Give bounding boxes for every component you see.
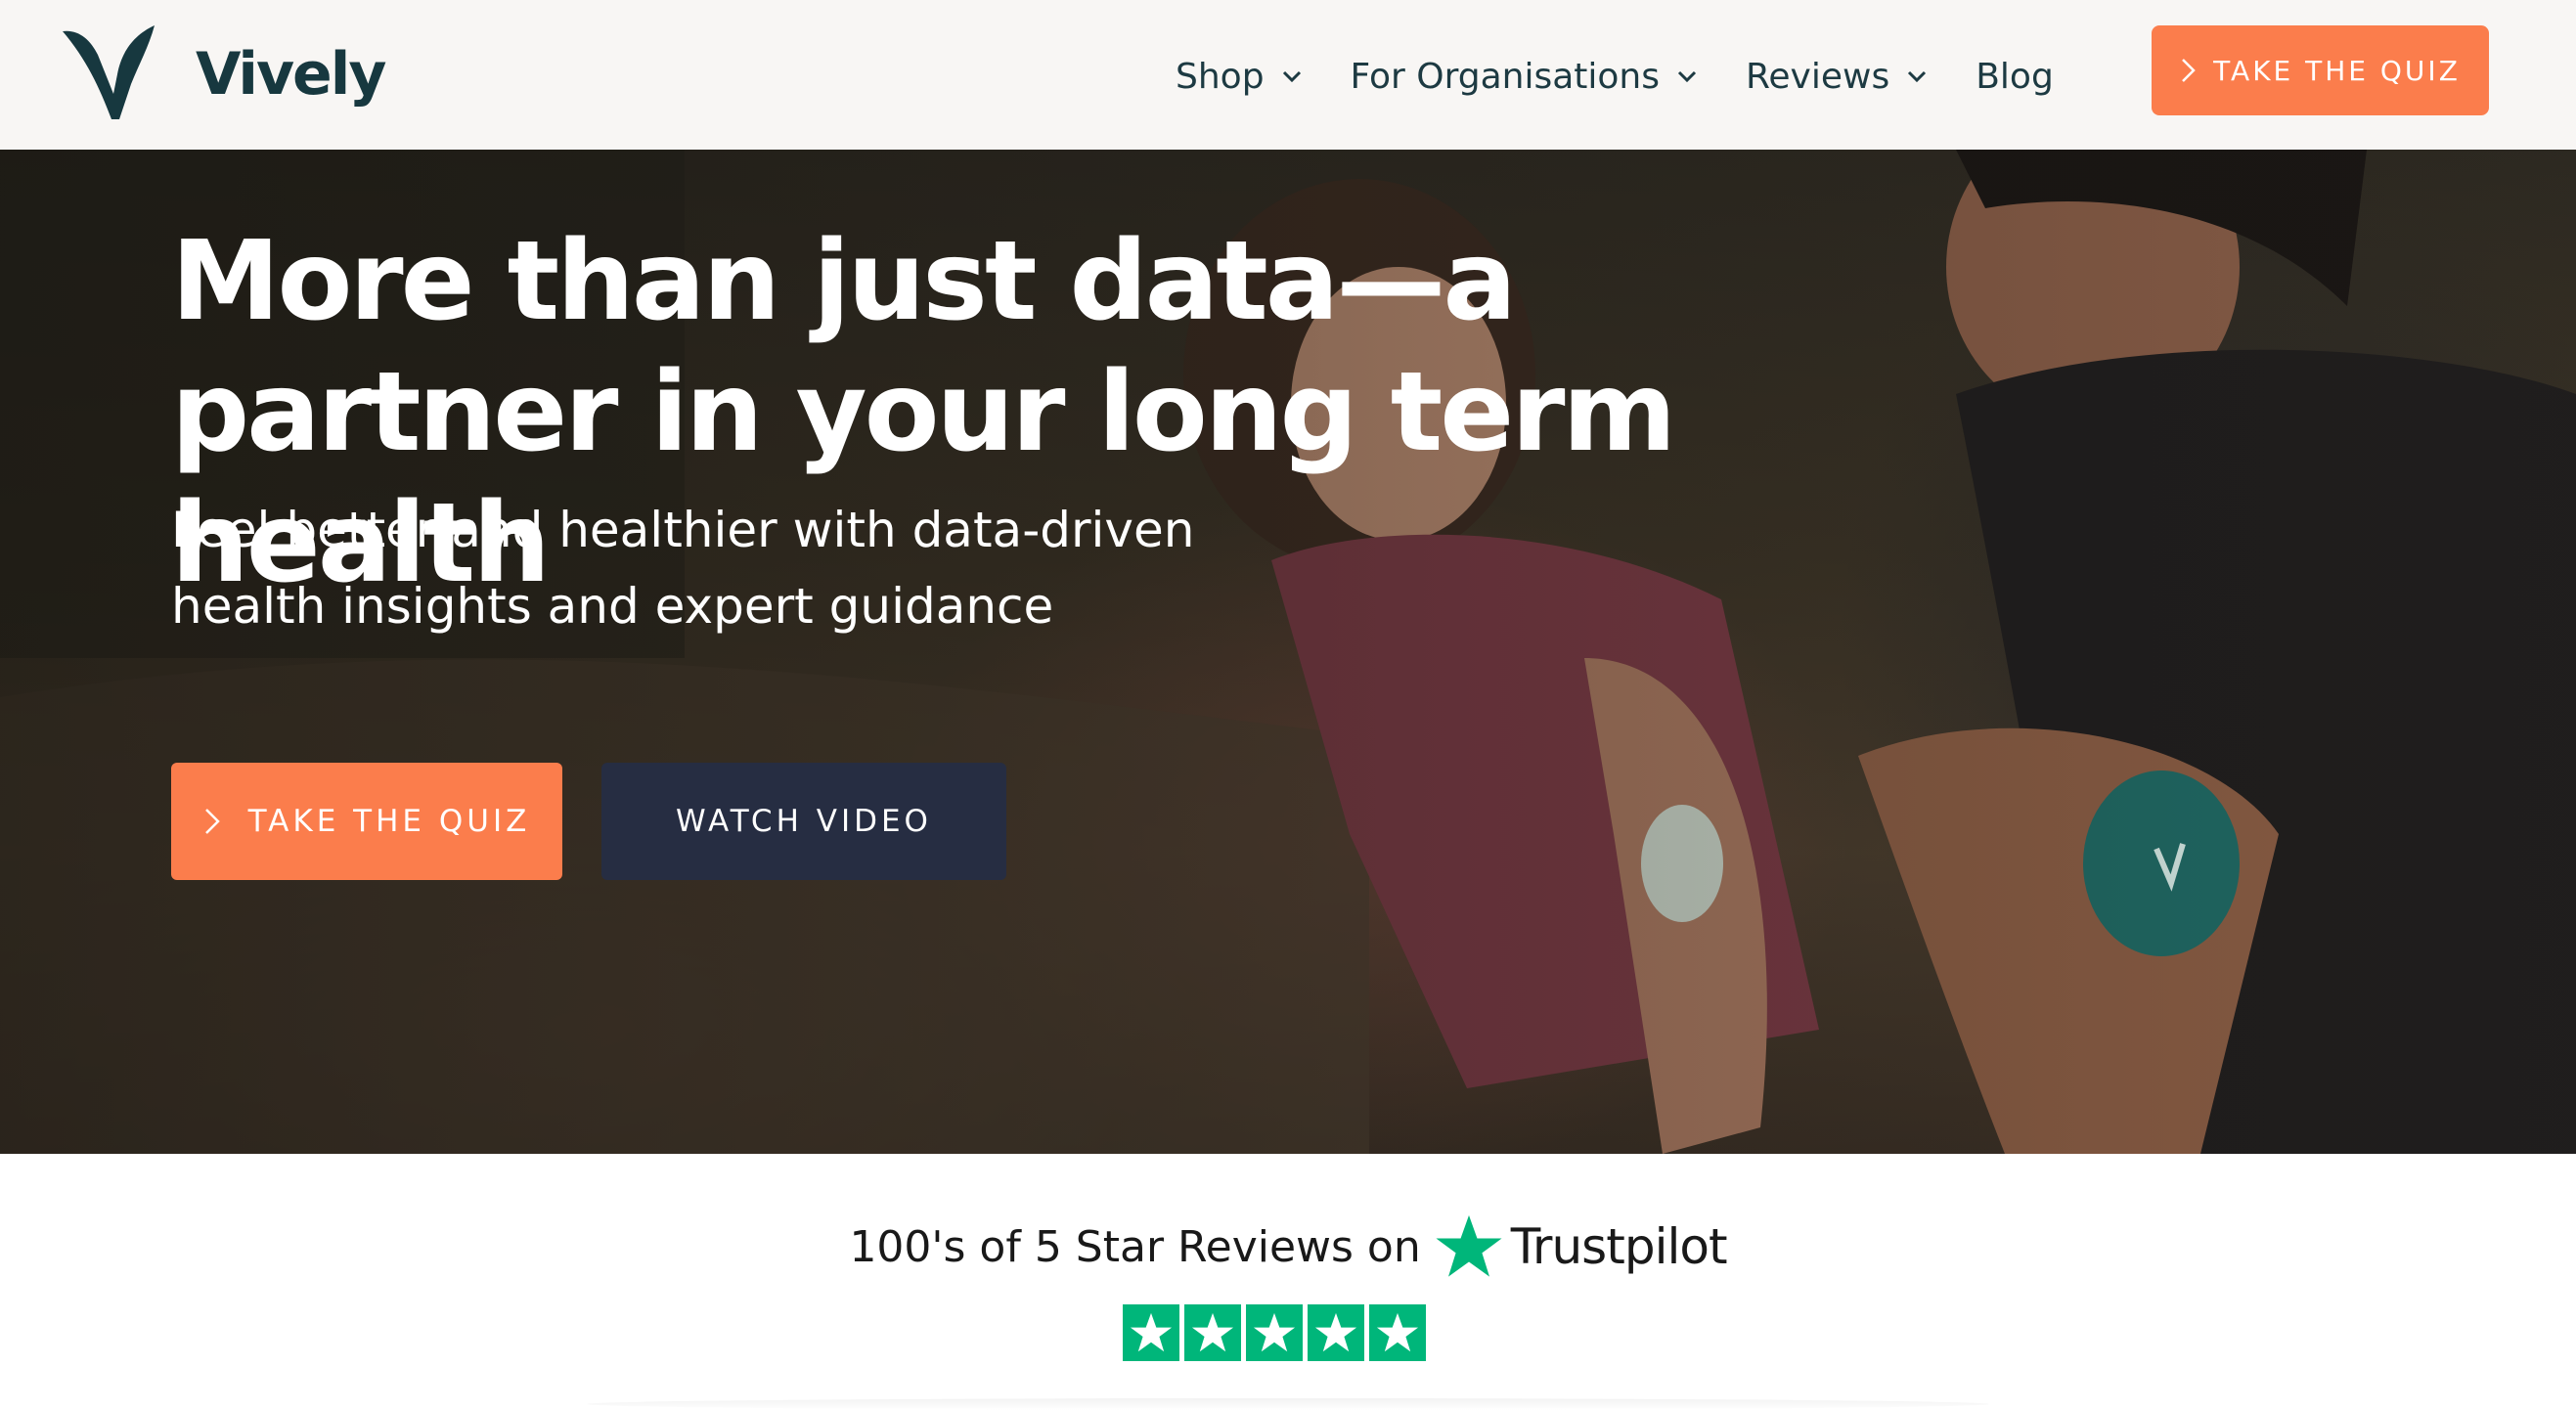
brand-logo[interactable]: Vively (61, 25, 386, 123)
chevron-right-icon (2182, 59, 2196, 82)
trustpilot-star-icon (1436, 1214, 1502, 1277)
chevron-down-icon (1908, 70, 1927, 83)
hero-section: More than just data—a partner in your lo… (0, 150, 2576, 1154)
chevron-right-icon (204, 809, 220, 834)
nav-item-label: Reviews (1746, 56, 1890, 97)
hero-quiz-label: TAKE THE QUIZ (247, 804, 531, 839)
watch-video-label: WATCH VIDEO (676, 804, 932, 839)
brand-name: Vively (196, 40, 386, 109)
star-icon (1246, 1304, 1303, 1361)
vively-logo-icon (63, 25, 155, 119)
star-icon (1123, 1304, 1179, 1361)
chevron-down-icon (1282, 70, 1301, 83)
header-take-quiz-button[interactable]: TAKE THE QUIZ (2152, 25, 2489, 115)
nav-item-label: Shop (1176, 56, 1265, 97)
section-divider-shadow (587, 1398, 1989, 1410)
watch-video-button[interactable]: WATCH VIDEO (601, 763, 1006, 880)
trustpilot-text: 100's of 5 Star Reviews on (849, 1221, 1421, 1272)
chevron-down-icon (1677, 70, 1697, 83)
trustpilot-brand: Trustpilot (1510, 1218, 1728, 1275)
star-rating (1123, 1304, 1426, 1361)
nav-item-label: Blog (1976, 56, 2054, 97)
trustpilot-section: 100's of 5 Star Reviews on Trustpilot (0, 1154, 2576, 1410)
nav-item-shop[interactable]: Shop (1176, 57, 1304, 97)
hero-subtitle: Feel better and healthier with data-driv… (171, 502, 1195, 635)
star-icon (1369, 1304, 1426, 1361)
nav-item-reviews[interactable]: Reviews (1746, 57, 1929, 97)
header-cta-label: TAKE THE QUIZ (2213, 54, 2461, 87)
nav-item-blog[interactable]: Blog (1976, 57, 2054, 97)
star-icon (1184, 1304, 1241, 1361)
hero-take-quiz-button[interactable]: TAKE THE QUIZ (171, 763, 562, 880)
site-header: Vively Shop For Organisations Reviews Bl… (0, 0, 2576, 150)
nav-item-label: For Organisations (1350, 56, 1661, 97)
nav-item-for-organisations[interactable]: For Organisations (1351, 57, 1699, 97)
trustpilot-line[interactable]: 100's of 5 Star Reviews on Trustpilot (0, 1212, 2576, 1281)
main-nav: Shop For Organisations Reviews Blog (1176, 49, 2054, 104)
star-icon (1308, 1304, 1364, 1361)
